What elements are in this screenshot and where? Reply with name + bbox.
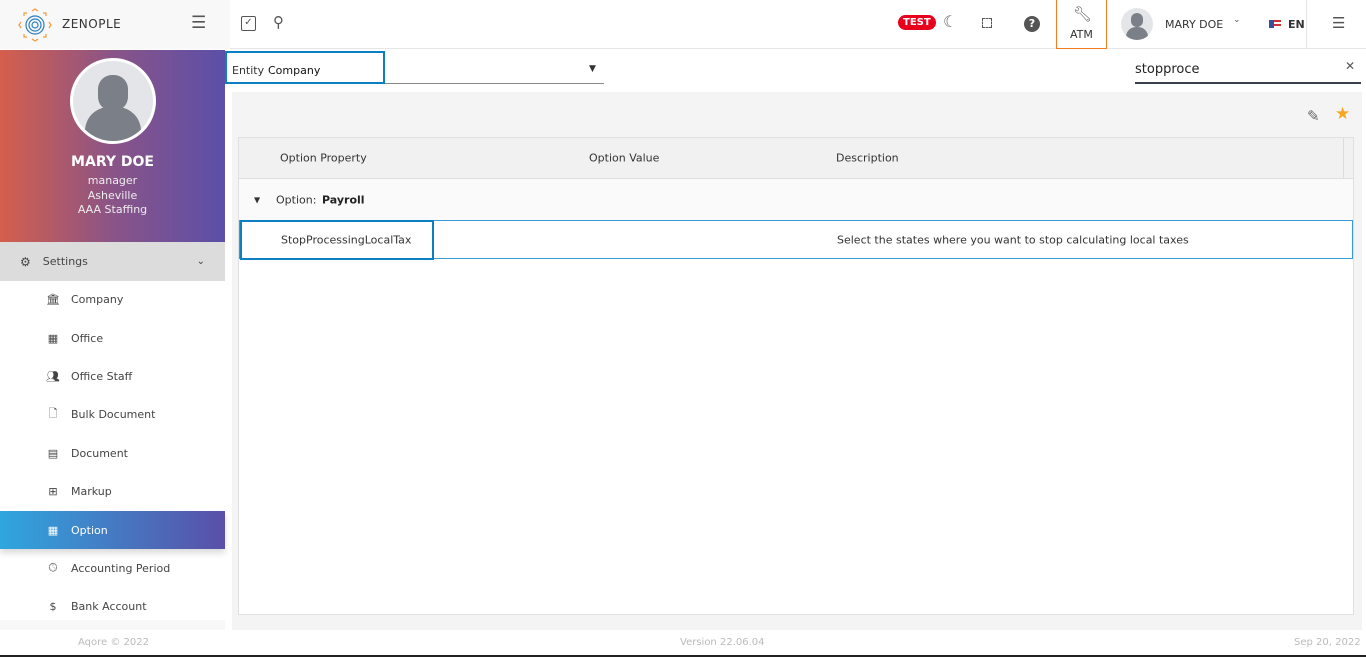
help-icon[interactable]: ? xyxy=(1024,16,1040,32)
footer-version: Version 22.06.04 xyxy=(680,637,765,648)
user-avatar[interactable] xyxy=(1121,8,1153,40)
footer: Aqore © 2022 Version 22.06.04 Sep 20, 20… xyxy=(0,630,1366,655)
test-badge: TEST xyxy=(898,15,936,30)
entity-value: Company xyxy=(268,64,321,77)
sidebar-item-office[interactable]: ▦ Office xyxy=(0,319,225,357)
chevron-down-icon[interactable]: ⌄ xyxy=(1233,15,1241,25)
sidebar-bottom xyxy=(0,620,225,630)
sidebar-item-markup[interactable]: ⊞ Markup xyxy=(0,472,225,510)
clock-icon: 🕓︎ xyxy=(48,561,58,574)
sidebar-section-settings[interactable]: ⚙ Settings ⌄ xyxy=(0,242,225,281)
us-flag-icon xyxy=(1269,20,1281,28)
sidebar-item-label: Company xyxy=(71,292,124,306)
profile-company: AAA Staffing xyxy=(77,203,148,216)
group-row-payroll[interactable]: ▼ Option: Payroll xyxy=(239,179,1353,220)
footer-date: Sep 20, 2022 xyxy=(1294,637,1361,648)
grid-icon: ⊞ xyxy=(48,484,58,498)
documents-icon: ▤ xyxy=(47,446,59,460)
table-row[interactable]: StopProcessingLocalTax Select the states… xyxy=(239,220,1353,260)
app-name: ZENOPLE xyxy=(62,17,122,31)
table-header: Option Property Option Value Description xyxy=(239,138,1353,179)
sidebar-item-office-staff[interactable]: 👥︎ Office Staff xyxy=(0,357,225,395)
list-menu-icon[interactable]: ☰ xyxy=(1332,14,1345,32)
group-value: Payroll xyxy=(322,193,365,206)
building-icon: ▦ xyxy=(47,331,59,345)
language-selector[interactable]: EN xyxy=(1288,18,1305,31)
sidebar-item-bulk-document[interactable]: 🗋 Bulk Document xyxy=(0,395,225,433)
people-icon: 👥︎ xyxy=(46,369,60,383)
sidebar-item-option[interactable]: ▦ Option xyxy=(0,511,225,549)
chevron-down-icon: ⌄ xyxy=(196,256,205,267)
sidebar-item-label: Bank Account xyxy=(71,599,147,613)
footer-copyright: Aqore © 2022 xyxy=(78,637,149,648)
profile-office: Asheville xyxy=(87,189,138,202)
favorite-star-icon[interactable]: ★ xyxy=(1335,104,1350,124)
sidebar-item-label: Document xyxy=(71,446,128,460)
sidebar-item-label: Accounting Period xyxy=(71,561,171,575)
search-field[interactable]: stopproce ✕ xyxy=(1135,58,1361,84)
tasks-checkbox-icon[interactable]: ✓ xyxy=(241,16,256,31)
profile-role: manager xyxy=(87,174,138,187)
profile-avatar xyxy=(70,58,156,144)
search-input[interactable]: stopproce xyxy=(1135,62,1200,77)
bank-icon: 🏛︎ xyxy=(46,292,60,306)
zenople-logo-icon xyxy=(18,8,52,42)
topbar: ✓ ⚲ TEST ☾ ? 🔧︎ ATM MARY DOE ⌄ EN ☰ xyxy=(230,0,1366,49)
sidebar-item-label: Option xyxy=(71,523,108,537)
fullscreen-icon[interactable] xyxy=(982,18,992,28)
atm-label: ATM xyxy=(1070,28,1093,41)
sidebar-item-company[interactable]: 🏛︎ Company xyxy=(0,280,225,318)
sidebar-header: ZENOPLE ☰ xyxy=(0,0,230,49)
search-icon[interactable]: ⚲ xyxy=(273,13,284,31)
sidebar-item-accounting-period[interactable]: 🕓︎ Accounting Period xyxy=(0,549,225,587)
wrench-icon: 🔧︎ xyxy=(1073,5,1093,23)
column-header-description[interactable]: Description xyxy=(836,152,899,165)
edit-pencil-icon[interactable]: ✎ xyxy=(1307,107,1320,125)
group-label: Option: xyxy=(276,193,317,206)
sidebar-item-label: Office Staff xyxy=(71,369,133,383)
options-table: Option Property Option Value Description… xyxy=(238,137,1354,615)
option-property-cell: StopProcessingLocalTax xyxy=(281,233,412,246)
profile-name: MARY DOE xyxy=(71,154,154,170)
apps-icon: ▦ xyxy=(47,523,59,537)
clear-search-icon[interactable]: ✕ xyxy=(1345,59,1355,73)
settings-label: Settings xyxy=(42,255,88,268)
sidebar-item-label: Bulk Document xyxy=(71,407,156,421)
sidebar-item-label: Markup xyxy=(71,484,112,498)
entity-label: Entity xyxy=(232,64,265,77)
sidebar-item-label: Office xyxy=(71,331,104,345)
collapse-triangle-icon[interactable]: ▼ xyxy=(254,195,260,204)
file-icon: 🗋 xyxy=(48,406,58,420)
user-name[interactable]: MARY DOE xyxy=(1165,18,1223,31)
description-cell: Select the states where you want to stop… xyxy=(837,233,1189,246)
hamburger-menu-icon[interactable]: ☰ xyxy=(191,13,206,33)
column-header-option-property[interactable]: Option Property xyxy=(280,152,367,165)
dropdown-arrow-icon[interactable]: ▼ xyxy=(589,64,596,74)
gear-icon: ⚙ xyxy=(20,254,31,269)
dark-mode-moon-icon[interactable]: ☾ xyxy=(943,12,957,31)
dollar-icon: $ xyxy=(49,599,57,613)
sidebar-item-document[interactable]: ▤ Document xyxy=(0,434,225,472)
profile-card: MARY DOE manager Asheville AAA Staffing xyxy=(0,50,225,242)
entity-select[interactable]: Entity Company xyxy=(225,51,385,84)
column-header-option-value[interactable]: Option Value xyxy=(589,152,659,165)
atm-button[interactable]: 🔧︎ ATM xyxy=(1056,0,1107,49)
